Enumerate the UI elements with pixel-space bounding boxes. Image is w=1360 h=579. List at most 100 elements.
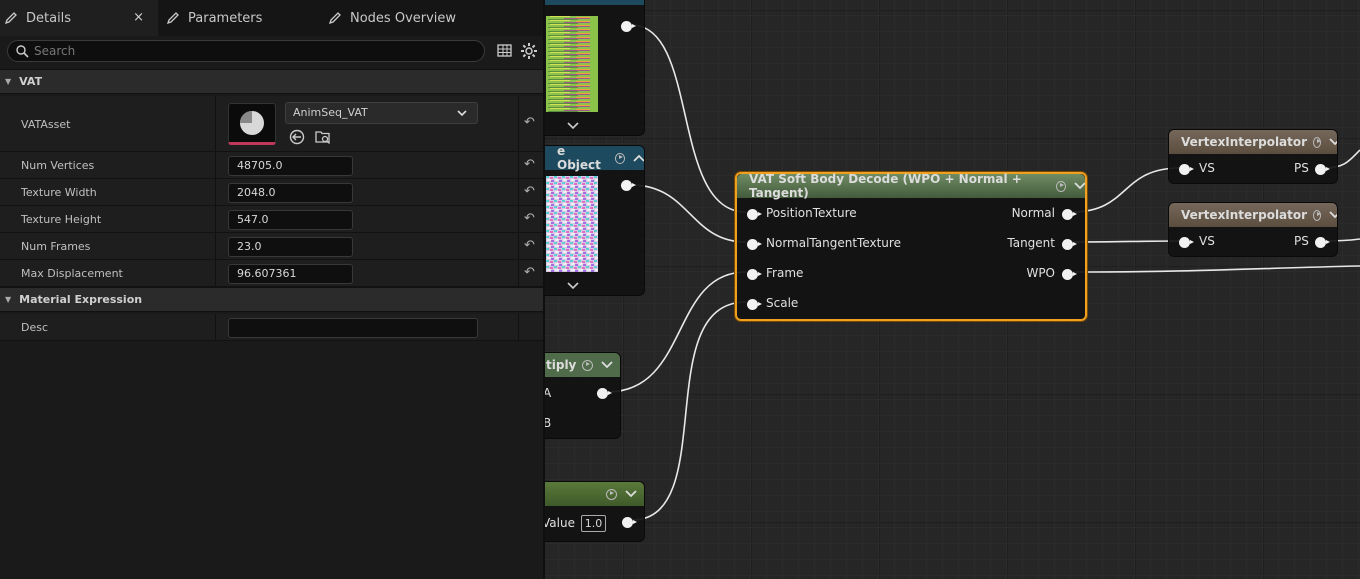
texture-height-field[interactable]: 547.0 <box>228 210 353 230</box>
chevron-down-icon[interactable] <box>1329 138 1337 146</box>
wire-position <box>630 24 747 213</box>
pencil-icon <box>4 12 17 25</box>
property-row-max-displacement: Max Displacement 96.607361 ↶ <box>0 260 543 287</box>
texture-output-pin[interactable] <box>621 21 636 32</box>
category-vat[interactable]: ▼ VAT <box>0 69 543 94</box>
preview-icon[interactable] <box>614 152 625 164</box>
chevron-down-icon[interactable] <box>601 361 614 369</box>
preview-icon[interactable] <box>582 359 594 371</box>
texture-output-pin[interactable] <box>621 180 636 191</box>
search-icon <box>16 45 29 58</box>
texture-sample-node-2[interactable]: e Object <box>535 144 645 296</box>
texture-sample-node-1[interactable] <box>535 0 645 136</box>
ps-output-pin[interactable] <box>1315 237 1330 248</box>
wire-tangent-out <box>1071 240 1181 243</box>
preview-icon[interactable] <box>1056 180 1067 192</box>
tab-details[interactable]: Details × <box>0 0 158 36</box>
vs-input-pin[interactable] <box>1179 237 1194 248</box>
num-vertices-field[interactable]: 48705.0 <box>228 156 353 176</box>
pencil-icon <box>166 12 179 25</box>
chevron-down-icon[interactable] <box>625 490 637 498</box>
reset-arrow-icon[interactable]: ↶ <box>524 211 535 226</box>
use-selected-icon[interactable] <box>288 128 306 146</box>
property-row-num-frames: Num Frames 23.0 ↶ <box>0 233 543 260</box>
chevron-down-icon[interactable] <box>1329 211 1337 219</box>
input-pin-positiontexture[interactable] <box>747 209 762 220</box>
texture-width-field[interactable]: 2048.0 <box>228 183 353 203</box>
preview-icon[interactable] <box>606 488 617 500</box>
property-label: VATAsset <box>21 118 71 131</box>
node-title: VertexInterpolator <box>1181 135 1308 149</box>
node-header <box>536 0 644 5</box>
tab-label: Parameters <box>188 10 263 26</box>
node-title: VAT Soft Body Decode (WPO + Normal + Tan… <box>749 172 1022 200</box>
property-label: Texture Height <box>21 213 102 226</box>
property-label: Desc <box>21 321 49 334</box>
chevron-down-icon[interactable] <box>567 282 579 290</box>
desc-field[interactable] <box>228 318 478 338</box>
reset-arrow-icon[interactable]: ↶ <box>524 184 535 199</box>
vat-soft-body-decode-node[interactable]: VAT Soft Body Decode (WPO + Normal + Tan… <box>735 172 1087 321</box>
reset-arrow-icon[interactable]: ↶ <box>524 265 535 280</box>
output-pin-wpo[interactable] <box>1062 269 1077 280</box>
input-label-normaltangenttexture: NormalTangentTexture <box>766 236 901 250</box>
node-title: VertexInterpolator <box>1181 208 1308 222</box>
property-row-texture-width: Texture Width 2048.0 ↶ <box>0 179 543 206</box>
output-label-normal: Normal <box>1011 206 1055 220</box>
vertex-interpolator-node-1[interactable]: VertexInterpolator VS PS <box>1168 129 1338 184</box>
chevron-down-icon[interactable] <box>567 122 579 130</box>
wire-normal-out <box>1071 167 1181 213</box>
collapse-caret-icon: ▼ <box>5 295 12 304</box>
input-label-scale: Scale <box>766 296 799 310</box>
input-pin-frame[interactable] <box>747 269 762 280</box>
max-displacement-field[interactable]: 96.607361 <box>228 264 353 284</box>
browse-icon[interactable] <box>314 128 332 146</box>
property-label: Num Frames <box>21 240 91 253</box>
tab-label: Details <box>26 10 72 26</box>
property-row-desc: Desc <box>0 314 543 341</box>
reset-arrow-icon[interactable]: ↶ <box>524 238 535 253</box>
property-label: Texture Width <box>21 186 97 199</box>
output-pin-tangent[interactable] <box>1062 239 1077 250</box>
property-row-texture-height: Texture Height 547.0 ↶ <box>0 206 543 233</box>
value-field[interactable]: 1.0 <box>581 515 606 532</box>
asset-thumbnail[interactable] <box>228 103 276 145</box>
texture-thumbnail <box>546 16 598 112</box>
tab-parameters[interactable]: Parameters <box>166 0 316 36</box>
multiply-output-pin[interactable] <box>597 388 612 399</box>
category-material-expression[interactable]: ▼ Material Expression <box>0 287 543 312</box>
wire-scale <box>631 301 747 521</box>
vat-asset-combo[interactable]: AnimSeq_VAT <box>285 102 478 124</box>
vertex-interpolator-node-2[interactable]: VertexInterpolator VS PS <box>1168 202 1338 257</box>
output-label-tangent: Tangent <box>1007 236 1055 250</box>
property-row-vatasset: VATAsset AnimSeq_VAT ↶ <box>0 96 543 152</box>
tab-nodes-overview[interactable]: Nodes Overview <box>328 0 528 36</box>
preview-icon[interactable] <box>1313 209 1322 221</box>
search-input[interactable]: Search <box>7 40 485 62</box>
chevron-up-icon[interactable] <box>633 154 644 162</box>
settings-icon[interactable] <box>520 42 538 60</box>
input-label-frame: Frame <box>766 266 804 280</box>
input-pin-scale[interactable] <box>747 299 762 310</box>
chevron-down-icon[interactable] <box>1074 182 1085 190</box>
vs-input-pin[interactable] <box>1179 164 1194 175</box>
node-header: VertexInterpolator <box>1169 130 1337 154</box>
output-pin-normal[interactable] <box>1062 209 1077 220</box>
details-panel: Details × Parameters Nodes Overview Sear… <box>0 0 545 579</box>
texture-thumbnail <box>546 176 598 272</box>
table-icon[interactable] <box>496 42 514 60</box>
reset-arrow-icon[interactable]: ↶ <box>524 115 535 130</box>
scalar-output-pin[interactable] <box>622 517 637 528</box>
property-label: Max Displacement <box>21 267 123 280</box>
num-frames-field[interactable]: 23.0 <box>228 237 353 257</box>
preview-icon[interactable] <box>1313 136 1322 148</box>
property-label: Num Vertices <box>21 159 95 172</box>
search-placeholder: Search <box>34 44 76 58</box>
node-header: e Object <box>536 144 644 172</box>
tab-label: Nodes Overview <box>350 10 457 26</box>
close-icon[interactable]: × <box>133 10 144 25</box>
input-pin-normaltangenttexture[interactable] <box>747 239 762 250</box>
ps-output-pin[interactable] <box>1315 164 1330 175</box>
reset-arrow-icon[interactable]: ↶ <box>524 157 535 172</box>
chevron-down-icon <box>457 110 467 117</box>
